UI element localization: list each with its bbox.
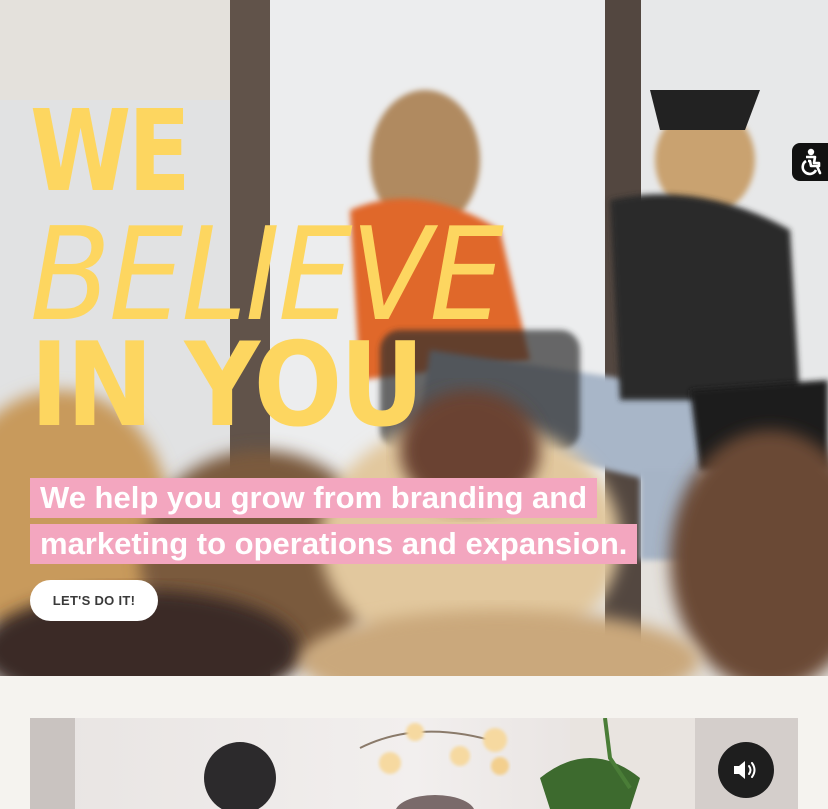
tagline-line-2: marketing to operations and expansion.	[30, 524, 638, 564]
video-section	[30, 718, 798, 809]
lets-do-it-button[interactable]: LET'S DO IT!	[30, 580, 158, 621]
headline-line-1: WE	[30, 87, 191, 217]
sound-toggle-button[interactable]	[718, 742, 774, 798]
accessibility-icon	[801, 148, 822, 176]
hero-section: WE BELIEVE IN YOU We help you grow from …	[0, 0, 828, 676]
speaker-icon	[734, 761, 756, 779]
accessibility-button[interactable]	[792, 143, 828, 181]
tagline-line-1: We help you grow from branding and	[30, 478, 598, 518]
hero-headline: WE BELIEVE IN YOU	[30, 87, 543, 453]
hero-tagline: We help you grow from branding and marke…	[30, 478, 638, 570]
headline-line-2: BELIEVE	[30, 201, 504, 350]
headline-line-3: IN YOU	[30, 318, 424, 453]
video-still-photo	[30, 718, 798, 809]
